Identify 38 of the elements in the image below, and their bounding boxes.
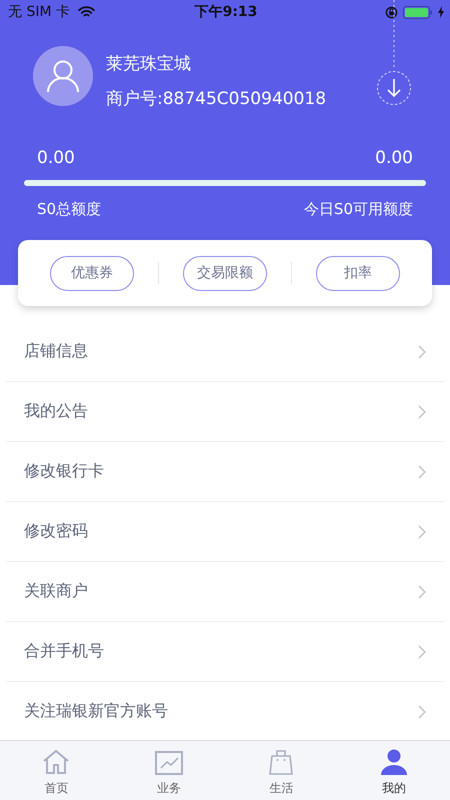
chevron-icon — [418, 644, 426, 658]
quota-label: 今日S0可用额度 — [304, 200, 413, 219]
quota-value: 0.00 — [37, 148, 75, 168]
menu-item[interactable]: 修改密码 — [6, 502, 444, 562]
merchant-number: 商户号:88745C050940018 — [106, 88, 328, 110]
rotation-lock-icon — [384, 6, 398, 18]
tab[interactable]: 我的 — [338, 741, 450, 800]
battery-icon — [402, 6, 433, 18]
charging-icon — [438, 6, 444, 18]
chevron-icon — [418, 584, 426, 598]
menu-item[interactable]: 店铺信息 — [6, 322, 444, 382]
menu-item[interactable]: 修改银行卡 — [6, 442, 444, 502]
quota-value: 0.00 — [375, 148, 413, 168]
person-icon — [380, 749, 408, 775]
download-icon[interactable] — [376, 0, 412, 106]
bag-icon — [268, 749, 294, 775]
chevron-icon — [418, 704, 426, 718]
action-button[interactable]: 优惠券 — [50, 256, 134, 290]
chevron-icon — [418, 524, 426, 538]
carrier-text: 无 SIM 卡 — [8, 3, 70, 21]
chevron-icon — [418, 344, 426, 358]
chart-icon — [154, 751, 183, 775]
menu-item[interactable]: 关联商户 — [6, 562, 444, 622]
action-button[interactable]: 扣率 — [316, 256, 400, 290]
action-button[interactable]: 交易限额 — [183, 256, 267, 290]
tab[interactable]: 业务 — [112, 741, 225, 800]
menu-item[interactable]: 合并手机号 — [6, 622, 444, 682]
tab[interactable]: 首页 — [0, 741, 112, 800]
quota-label: S0总额度 — [37, 200, 102, 219]
home-icon — [42, 749, 70, 775]
clock-text: 下午9:13 — [194, 3, 258, 21]
tab[interactable]: 生活 — [225, 741, 338, 800]
chevron-icon — [418, 404, 426, 418]
chevron-icon — [418, 464, 426, 478]
wifi-icon — [78, 6, 95, 18]
merchant-name: 莱芜珠宝城 — [106, 53, 192, 75]
menu-item[interactable]: 我的公告 — [6, 382, 444, 442]
avatar-icon — [33, 46, 93, 106]
